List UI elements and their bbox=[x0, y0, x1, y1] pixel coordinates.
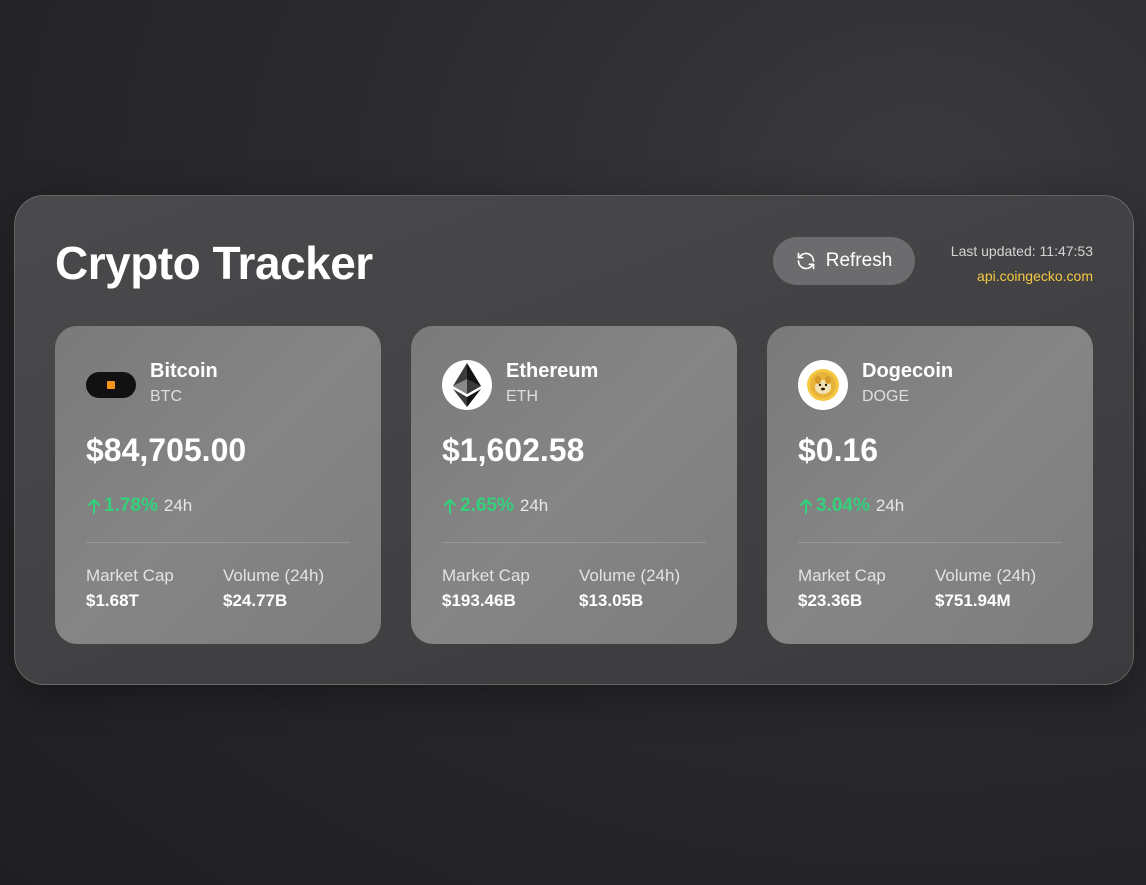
dogecoin-logo bbox=[798, 360, 848, 410]
market-cap-label: Market Cap bbox=[442, 566, 530, 585]
coin-name: Bitcoin bbox=[150, 360, 218, 382]
last-updated-text: Last updated: 11:47:53 bbox=[950, 243, 1093, 259]
crypto-tracker-panel: Crypto Tracker Refresh Last updated: 11:… bbox=[14, 195, 1134, 685]
change-period: 24h bbox=[875, 496, 905, 515]
change-period: 24h bbox=[163, 496, 193, 515]
update-meta: Last updated: 11:47:53 api.coingecko.com bbox=[951, 239, 1093, 289]
dogecoin-icon bbox=[807, 369, 839, 401]
coin-identity: Dogecoin DOGE bbox=[862, 359, 953, 411]
bitcoin-logo bbox=[86, 372, 136, 398]
change-value: 2.65% bbox=[460, 495, 514, 516]
market-cap-value: $1.68T bbox=[86, 591, 139, 610]
ethereum-logo bbox=[442, 360, 492, 410]
bitcoin-logo-mark bbox=[107, 381, 115, 389]
arrow-up-icon bbox=[800, 499, 812, 514]
market-cap-stat: Market Cap $23.36B bbox=[798, 566, 935, 616]
card-divider bbox=[86, 542, 350, 543]
price-change: 2.65% 24h bbox=[442, 495, 548, 517]
volume-stat: Volume (24h) $24.77B bbox=[223, 566, 360, 616]
coin-symbol: ETH bbox=[506, 388, 538, 405]
coin-header: Ethereum ETH bbox=[442, 359, 598, 411]
coin-name: Ethereum bbox=[506, 360, 599, 382]
volume-label: Volume (24h) bbox=[935, 566, 1037, 585]
coin-stats: Market Cap $23.36B Volume (24h) $751.94M bbox=[798, 566, 1072, 616]
coin-identity: Ethereum ETH bbox=[506, 359, 598, 411]
volume-value: $751.94M bbox=[935, 591, 1011, 610]
market-cap-value: $193.46B bbox=[442, 591, 516, 610]
volume-value: $24.77B bbox=[223, 591, 288, 610]
coin-stats: Market Cap $193.46B Volume (24h) $13.05B bbox=[442, 566, 716, 616]
coin-stats: Market Cap $1.68T Volume (24h) $24.77B bbox=[86, 566, 360, 616]
coin-identity: Bitcoin BTC bbox=[150, 359, 218, 411]
page-title: Crypto Tracker bbox=[55, 237, 373, 289]
change-period: 24h bbox=[519, 496, 549, 515]
volume-stat: Volume (24h) $13.05B bbox=[579, 566, 716, 616]
change-value: 1.78% bbox=[104, 495, 158, 516]
market-cap-value: $23.36B bbox=[798, 591, 863, 610]
coin-card-dogecoin[interactable]: Dogecoin DOGE $0.16 3.04% 24h Market Cap… bbox=[767, 326, 1093, 644]
market-cap-label: Market Cap bbox=[798, 566, 886, 585]
refresh-button[interactable]: Refresh bbox=[773, 237, 915, 285]
coin-header: Dogecoin DOGE bbox=[798, 359, 953, 411]
coin-symbol: BTC bbox=[150, 388, 182, 405]
arrow-up-icon bbox=[88, 499, 100, 514]
coin-card-bitcoin[interactable]: Bitcoin BTC $84,705.00 1.78% 24h Market … bbox=[55, 326, 381, 644]
volume-label: Volume (24h) bbox=[579, 566, 681, 585]
ethereum-icon bbox=[453, 363, 481, 407]
change-value: 3.04% bbox=[816, 495, 870, 516]
coin-price: $84,705.00 bbox=[86, 432, 247, 468]
arrow-up-icon bbox=[444, 499, 456, 514]
refresh-label: Refresh bbox=[825, 250, 893, 271]
coin-name: Dogecoin bbox=[862, 360, 954, 382]
volume-value: $13.05B bbox=[579, 591, 644, 610]
change-percent: 2.65% bbox=[442, 495, 514, 517]
volume-stat: Volume (24h) $751.94M bbox=[935, 566, 1072, 616]
refresh-icon bbox=[797, 252, 815, 270]
price-change: 3.04% 24h bbox=[798, 495, 904, 517]
coin-price: $1,602.58 bbox=[442, 432, 585, 468]
card-divider bbox=[442, 542, 706, 543]
change-percent: 3.04% bbox=[798, 495, 870, 517]
volume-label: Volume (24h) bbox=[223, 566, 325, 585]
card-divider bbox=[798, 542, 1062, 543]
market-cap-stat: Market Cap $193.46B bbox=[442, 566, 579, 616]
api-source-link[interactable]: api.coingecko.com bbox=[951, 264, 1093, 289]
coin-header: Bitcoin BTC bbox=[86, 359, 218, 411]
change-percent: 1.78% bbox=[86, 495, 158, 517]
coin-cards: Bitcoin BTC $84,705.00 1.78% 24h Market … bbox=[55, 326, 1094, 644]
coin-card-ethereum[interactable]: Ethereum ETH $1,602.58 2.65% 24h Market … bbox=[411, 326, 737, 644]
price-change: 1.78% 24h bbox=[86, 495, 192, 517]
coin-price: $0.16 bbox=[798, 432, 879, 468]
market-cap-stat: Market Cap $1.68T bbox=[86, 566, 223, 616]
market-cap-label: Market Cap bbox=[86, 566, 174, 585]
coin-symbol: DOGE bbox=[862, 388, 910, 405]
